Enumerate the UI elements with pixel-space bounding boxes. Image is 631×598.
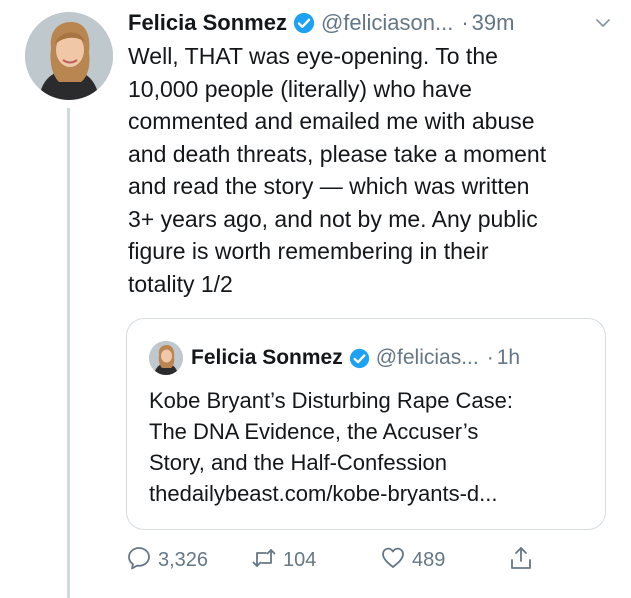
separator-dot: · xyxy=(461,10,469,35)
share-button[interactable] xyxy=(508,540,534,580)
quoted-tweet-text: Kobe Bryant’s Disturbing Rape Case: The … xyxy=(149,388,514,506)
like-button[interactable]: 489 xyxy=(380,540,445,580)
retweet-button[interactable]: 104 xyxy=(251,540,316,580)
like-count: 489 xyxy=(412,548,446,571)
tweet-timestamp[interactable]: 39m xyxy=(472,10,515,36)
quoted-tweet-timestamp: 1h xyxy=(496,346,521,369)
reply-icon xyxy=(126,545,152,576)
tweet-header: Felicia Sonmez @feliciason... · 39m xyxy=(128,8,618,38)
quoted-tweet-header: Felicia Sonmez @felicias... · 1h xyxy=(191,341,591,375)
separator-dot: · xyxy=(486,346,494,369)
quoted-tweet-card[interactable]: Felicia Sonmez @felicias... · 1h Kobe Br… xyxy=(126,318,606,530)
author-name[interactable]: Felicia Sonmez xyxy=(128,10,287,36)
avatar-photo xyxy=(25,12,113,100)
heart-icon xyxy=(380,545,406,576)
chevron-down-icon[interactable] xyxy=(594,14,612,32)
retweet-count: 104 xyxy=(283,548,317,571)
quoted-author-avatar xyxy=(149,341,183,375)
verified-badge-icon xyxy=(349,348,370,369)
quoted-author-handle: @felicias... xyxy=(375,346,479,369)
author-handle[interactable]: @feliciason... xyxy=(321,10,453,36)
thread-line xyxy=(67,108,70,598)
author-avatar[interactable] xyxy=(25,12,113,100)
tweet-actions: 3,326 104 489 xyxy=(126,540,606,580)
verified-badge-icon xyxy=(293,12,315,34)
quoted-author-name: Felicia Sonmez xyxy=(191,346,343,369)
retweet-icon xyxy=(251,545,277,576)
share-icon xyxy=(508,545,534,576)
avatar-photo xyxy=(149,341,183,375)
reply-count: 3,326 xyxy=(158,548,209,571)
tweet-text: Well, THAT was eye-opening. To the 10,00… xyxy=(128,43,547,297)
reply-button[interactable]: 3,326 xyxy=(126,540,208,580)
